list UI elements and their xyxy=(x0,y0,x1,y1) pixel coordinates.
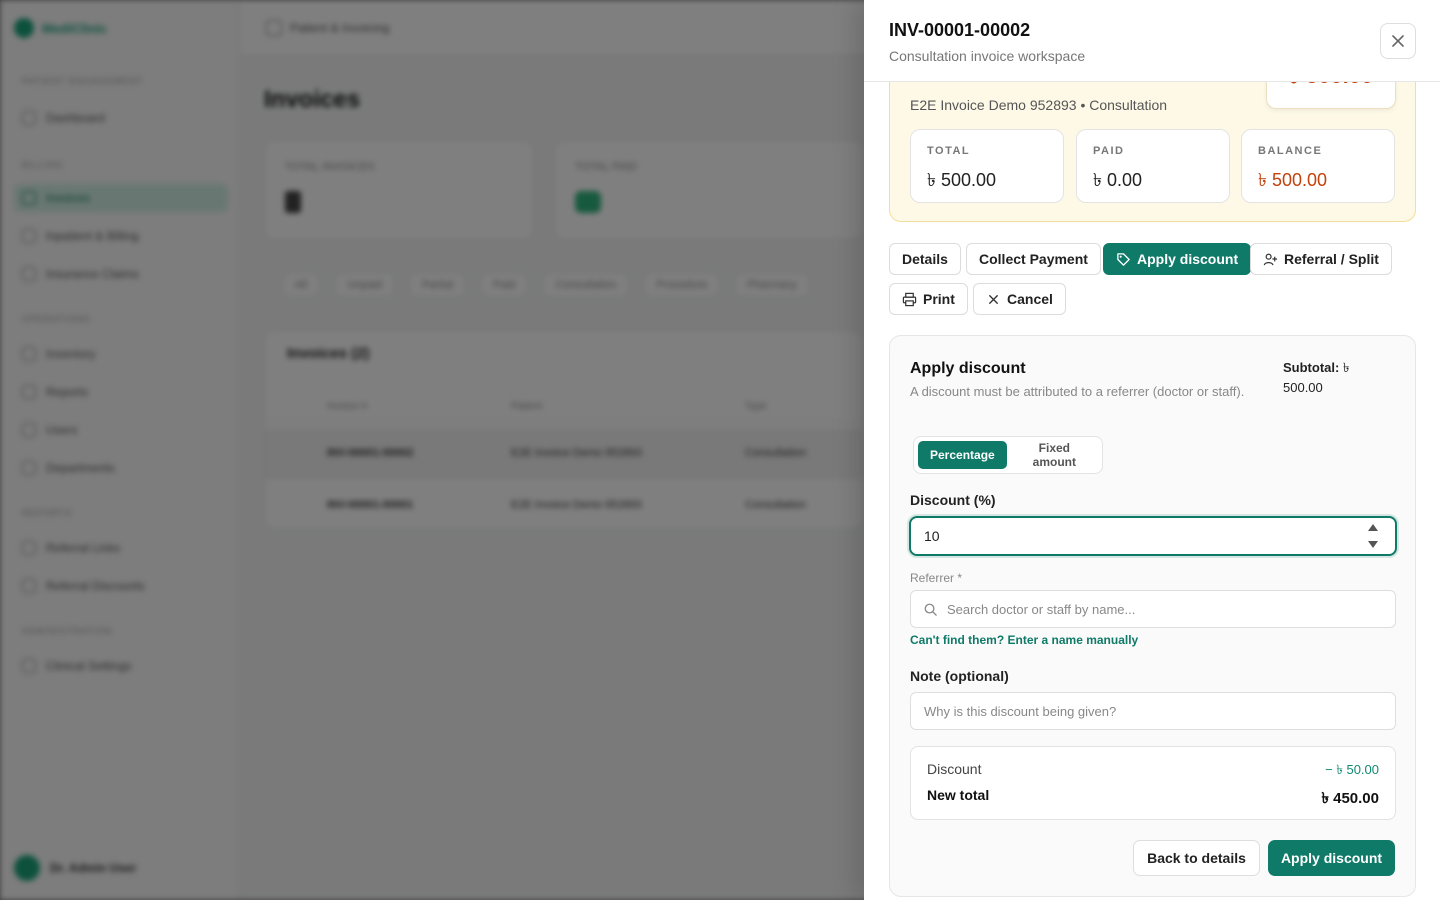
panel-description: A discount must be attributed to a refer… xyxy=(910,384,1245,399)
stat-total: TOTAL ৳ 500.00 xyxy=(910,129,1064,203)
user-plus-icon xyxy=(1263,253,1278,265)
details-button[interactable]: Details xyxy=(889,243,961,275)
stat-balance: BALANCE ৳ 500.00 xyxy=(1241,129,1395,203)
search-icon xyxy=(924,603,937,616)
printer-icon xyxy=(902,292,917,306)
referrer-search-input[interactable] xyxy=(947,591,1387,627)
enter-name-manually-link[interactable]: Can't find them? Enter a name manually xyxy=(910,633,1138,647)
referrer-search xyxy=(910,590,1396,628)
referrer-label: Referrer * xyxy=(910,571,963,585)
note-label: Note (optional) xyxy=(910,668,1009,684)
drawer-title: INV-00001-00002 xyxy=(889,20,1031,40)
new-total-value: ৳ 450.00 xyxy=(1321,790,1379,807)
drawer-body: E2E Invoice Demo 952893 • Consultation ৳… xyxy=(864,82,1440,900)
button-label: Collect Payment xyxy=(979,251,1088,267)
x-icon xyxy=(989,294,998,304)
fixed-amount-mode-button[interactable]: Fixed amount xyxy=(1011,441,1098,469)
stat-value: ৳ 0.00 xyxy=(1093,170,1142,190)
discount-calculation: Discount − ৳ 50.00 New total ৳ 450.00 xyxy=(910,746,1396,820)
button-label: Referral / Split xyxy=(1284,251,1379,267)
stat-paid: PAID ৳ 0.00 xyxy=(1076,129,1230,203)
invoice-drawer: INV-00001-00002 Consultation invoice wor… xyxy=(864,0,1440,900)
note-input[interactable] xyxy=(910,692,1396,730)
cancel-invoice-button[interactable]: Cancel xyxy=(973,283,1066,315)
drawer-subtitle: Consultation invoice workspace xyxy=(889,48,1086,64)
discount-mode-toggle: Percentage Fixed amount xyxy=(913,436,1103,474)
apply-discount-button[interactable]: Apply discount xyxy=(1268,840,1395,876)
close-button[interactable] xyxy=(1380,23,1416,59)
discount-label: Discount (%) xyxy=(910,492,996,508)
collect-payment-button[interactable]: Collect Payment xyxy=(966,243,1101,275)
stat-label: TOTAL xyxy=(927,145,971,157)
tag-icon xyxy=(1117,252,1130,266)
stat-label: PAID xyxy=(1093,145,1125,157)
back-to-details-button[interactable]: Back to details xyxy=(1133,840,1260,876)
patient-line: E2E Invoice Demo 952893 • Consultation xyxy=(910,97,1168,113)
button-label: Apply discount xyxy=(1137,251,1239,267)
panel-title: Apply discount xyxy=(910,360,1026,377)
button-label: Cancel xyxy=(1007,291,1053,307)
button-label: Details xyxy=(902,251,948,267)
discount-row: Discount − ৳ 50.00 xyxy=(927,761,1379,782)
print-button[interactable]: Print xyxy=(889,283,968,315)
new-total-row: New total ৳ 450.00 xyxy=(927,787,1379,812)
drawer-header: INV-00001-00002 Consultation invoice wor… xyxy=(864,0,1440,82)
increment-icon[interactable] xyxy=(1368,524,1378,531)
referral-split-button[interactable]: Referral / Split xyxy=(1250,243,1392,275)
close-icon xyxy=(1392,35,1404,47)
discount-row-label: Discount xyxy=(927,761,982,777)
percentage-mode-button[interactable]: Percentage xyxy=(918,441,1007,469)
stat-label: BALANCE xyxy=(1258,145,1323,157)
new-total-label: New total xyxy=(927,787,990,803)
decrement-icon[interactable] xyxy=(1368,541,1378,548)
subtotal-label: Subtotal: xyxy=(1283,360,1340,375)
apply-discount-panel: Apply discount A discount must be attrib… xyxy=(889,335,1416,897)
stat-value: ৳ 500.00 xyxy=(1258,170,1328,190)
discount-row-value: − ৳ 50.00 xyxy=(1325,762,1379,777)
invoice-summary-card: E2E Invoice Demo 952893 • Consultation ৳… xyxy=(889,82,1416,222)
apply-discount-tab-button[interactable]: Apply discount xyxy=(1103,243,1252,275)
stat-value: ৳ 500.00 xyxy=(927,170,997,190)
discount-percent-input[interactable] xyxy=(909,516,1397,556)
balance-amount-badge: ৳ 500.00 xyxy=(1266,82,1396,109)
subtotal: Subtotal: ৳ 500.00 xyxy=(1283,358,1373,398)
button-label: Print xyxy=(923,291,955,307)
number-stepper[interactable] xyxy=(1366,524,1380,548)
